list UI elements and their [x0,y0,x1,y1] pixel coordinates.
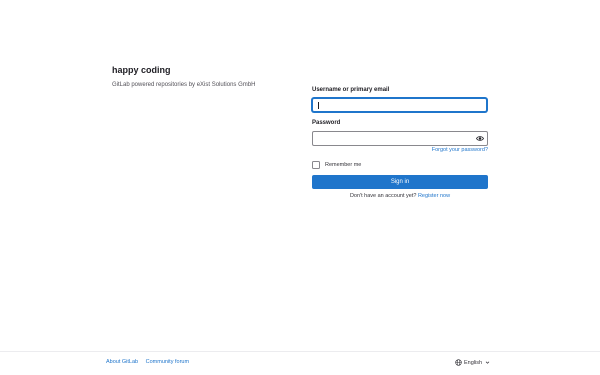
password-input[interactable] [312,131,488,146]
forgot-password-link[interactable]: Forgot your password? [432,147,488,153]
footer-links: About GitLab Community forum [106,359,195,365]
no-account-text: Don't have an account yet? [349,193,417,199]
brand-description: GitLab powered repositories by eXist Sol… [112,82,256,88]
footer-divider [0,351,600,352]
language-label: English [464,359,483,366]
register-link[interactable]: Register now [418,193,450,199]
chevron-down-icon [485,361,490,364]
username-label: Username or primary email [312,87,390,93]
text-caret [318,102,319,109]
remember-me-checkbox[interactable] [312,161,320,169]
remember-me-label: Remember me [325,162,362,168]
eye-icon[interactable] [476,135,484,142]
brand-title: happy coding [112,65,171,75]
sign-in-button[interactable]: Sign in [312,175,488,189]
about-gitlab-link[interactable]: About GitLab [106,359,138,365]
username-input[interactable] [312,98,487,112]
community-forum-link[interactable]: Community forum [146,359,189,365]
language-selector[interactable]: English [455,359,490,366]
sign-in-form: Username or primary email Password Forgo… [312,87,488,199]
remember-me[interactable]: Remember me [312,161,361,169]
password-label: Password [312,120,341,126]
register-prompt: Don't have an account yet? Register now [312,193,488,199]
globe-icon [455,359,462,366]
